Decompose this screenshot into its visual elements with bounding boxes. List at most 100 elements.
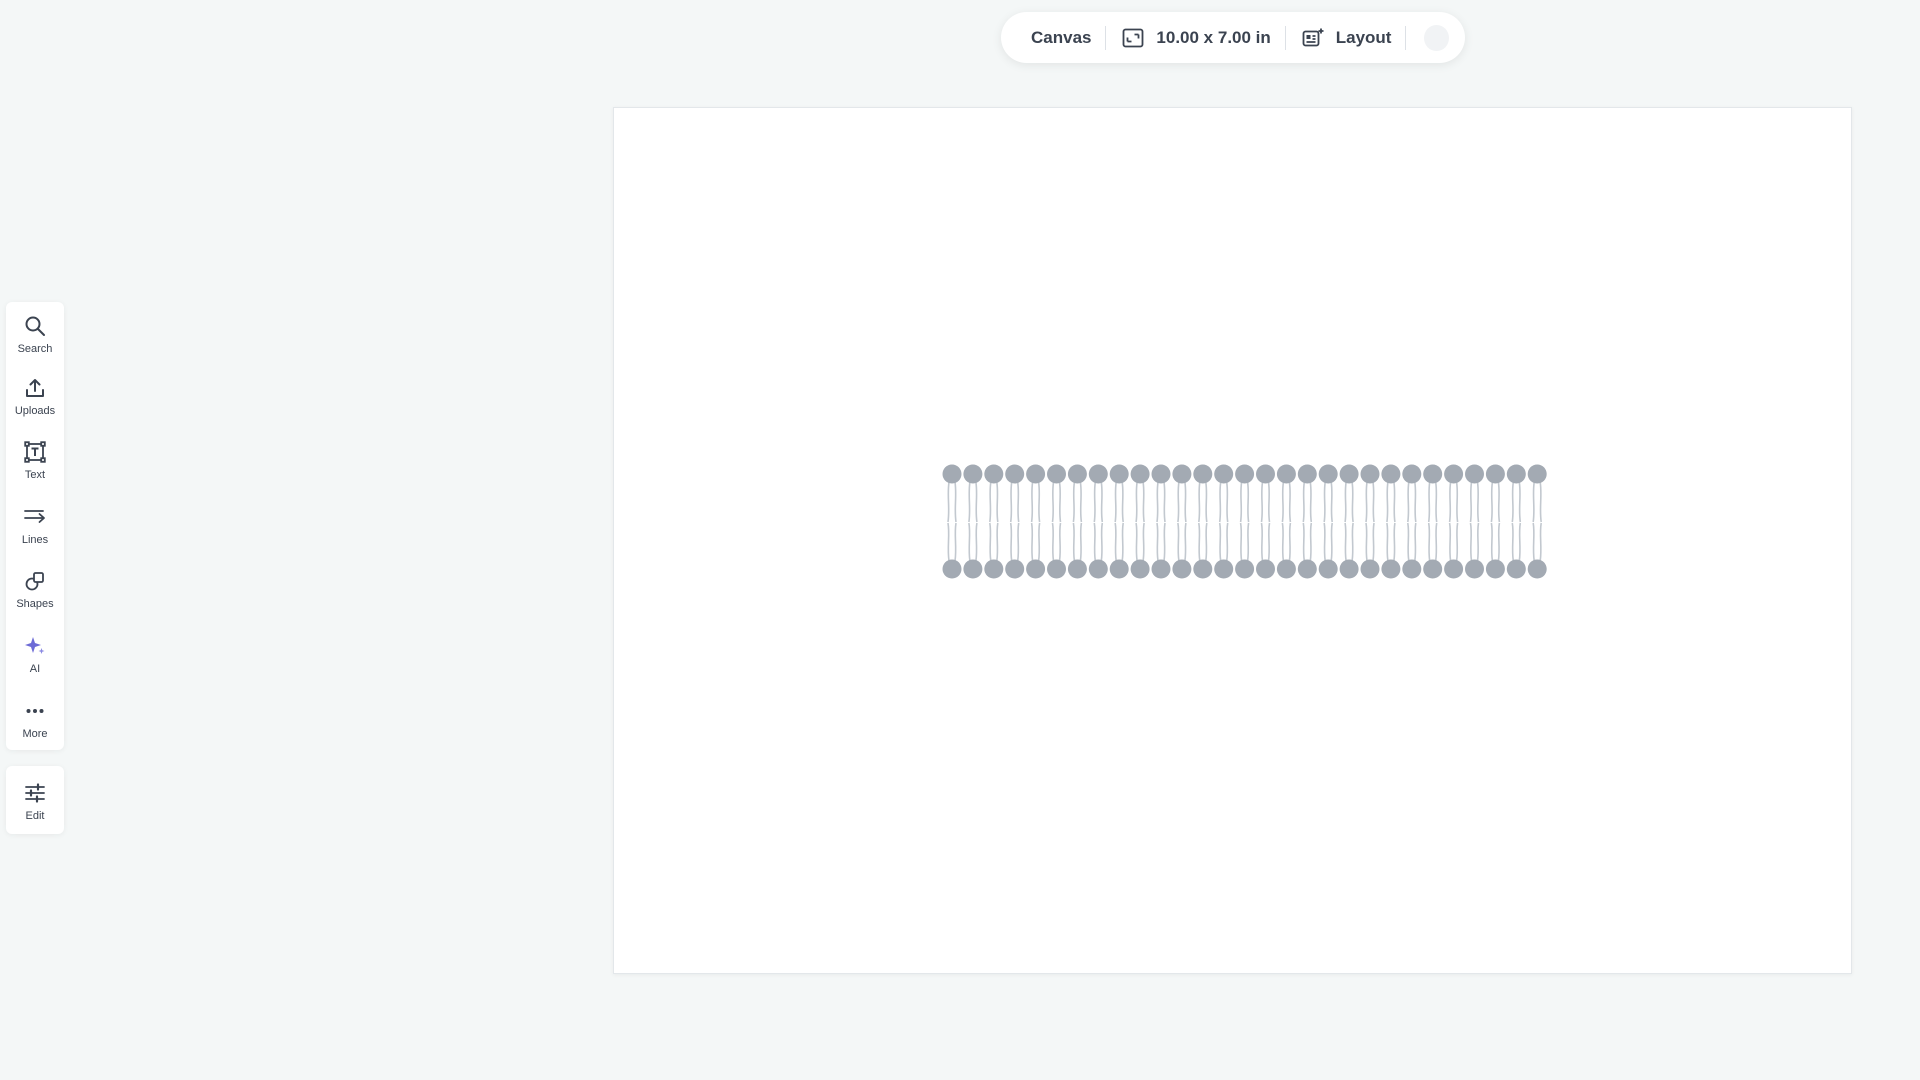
search-tool-label: Search [17, 342, 53, 355]
lipid-tails-bottom [947, 522, 957, 562]
lipid-tails-bottom [1365, 522, 1375, 562]
lipid-head-top [1360, 464, 1380, 484]
lipid-tails-bottom [1427, 522, 1438, 562]
canvas-label: Canvas [1031, 27, 1092, 47]
lipid-head-top [1465, 464, 1484, 484]
toolbar-divider [1284, 25, 1286, 50]
uploads-tool-button[interactable]: Uploads [6, 365, 64, 425]
lipid-tails-bottom [1009, 522, 1020, 562]
lipid-head-bottom [963, 559, 983, 579]
lipid-head-top [1444, 464, 1464, 484]
lipid-tails-top [1051, 481, 1062, 523]
lipid-head-top [984, 464, 1004, 484]
lipid-head-bottom [1423, 559, 1443, 579]
lipid-tails-top [1030, 481, 1041, 523]
lipid-head-bottom [1088, 559, 1108, 579]
more-tool-label: More [22, 727, 48, 740]
lipid-tails-bottom [1093, 522, 1104, 562]
lipid-tails-bottom [1448, 522, 1459, 562]
lipid-tails-top [1177, 481, 1187, 523]
lipid-tails-bottom [1386, 522, 1396, 562]
lipid-head-bottom [1339, 559, 1359, 579]
lipid-bilayer-graphic[interactable] [941, 464, 1551, 582]
ai-sparkle-icon [21, 632, 49, 660]
shapes-icon [21, 567, 49, 595]
lipid-tails-bottom [1156, 522, 1166, 562]
lipid-tails-top [1323, 481, 1333, 523]
canvas-toolbar: Canvas 10.00 x 7.00 in Layout [1001, 12, 1465, 63]
canvas-menu-button[interactable]: Canvas [1031, 12, 1091, 63]
lipid-tails-bottom [1198, 522, 1208, 562]
tool-rail: Search Uploads Text Lines Shapes AI More [6, 302, 64, 750]
lipid-head-bottom [1276, 559, 1296, 579]
lipid-tails-bottom [1532, 522, 1542, 562]
edit-panel: Edit [6, 766, 64, 834]
lipid-head-bottom [1193, 559, 1213, 579]
lipid-head-bottom [1381, 559, 1401, 579]
search-tool-button[interactable]: Search [6, 303, 64, 363]
lipid-head-bottom [1256, 559, 1275, 579]
lipid-head-bottom [1214, 559, 1234, 579]
text-icon [21, 438, 49, 466]
edit-tool-label: Edit [25, 809, 45, 822]
lipid-tails-top [947, 481, 957, 523]
lipid-head-top [1214, 464, 1234, 484]
more-tool-button[interactable]: More [6, 688, 64, 748]
lines-tool-button[interactable]: Lines [6, 494, 64, 554]
lipid-tails-top [989, 481, 999, 523]
lipid-tails-bottom [1218, 522, 1229, 562]
lipid-head-top [1172, 464, 1192, 484]
lipid-tails-bottom [1407, 522, 1417, 562]
resize-icon [1120, 25, 1146, 51]
lipid-head-top [1067, 464, 1087, 484]
more-icon [21, 697, 49, 725]
lipid-head-bottom [1402, 559, 1422, 579]
lipid-head-top [1256, 464, 1275, 484]
lipid-head-bottom [1109, 559, 1129, 579]
lipid-head-top [1527, 464, 1547, 484]
text-tool-button[interactable]: Text [6, 429, 64, 489]
lipid-head-bottom [1151, 559, 1171, 579]
lipid-tails-bottom [1281, 522, 1292, 562]
lipid-head-bottom [1297, 559, 1317, 579]
lipid-head-bottom [1527, 559, 1547, 579]
lipid-tails-top [1093, 481, 1104, 523]
canvas-size-button[interactable]: 10.00 x 7.00 in [1120, 12, 1271, 63]
more-options-button[interactable] [1424, 24, 1449, 51]
lipid-head-bottom [1047, 559, 1066, 579]
lipid-head-top [1423, 464, 1443, 484]
lipid-head-top [942, 464, 962, 484]
lipid-tails-top [1218, 481, 1229, 523]
design-canvas[interactable] [613, 107, 1852, 974]
lipid-tails-bottom [1072, 522, 1083, 562]
lipid-tails-bottom [1490, 522, 1501, 562]
lipid-head-bottom [1026, 559, 1046, 579]
lipid-head-bottom [1172, 559, 1192, 579]
lipid-tails-bottom [1344, 522, 1354, 562]
lipid-head-top [1109, 464, 1129, 484]
lipid-tails-top [1448, 481, 1459, 523]
lipid-tails-top [1511, 481, 1522, 523]
lipid-tails-top [1072, 481, 1083, 523]
shapes-tool-button[interactable]: Shapes [6, 558, 64, 618]
lipid-head-top [1339, 464, 1359, 484]
lipid-head-bottom [1506, 559, 1526, 579]
lipid-head-top [1005, 464, 1025, 484]
lipid-tails-top [1281, 481, 1292, 523]
lipid-tails-bottom [968, 522, 978, 562]
layout-label: Layout [1335, 27, 1392, 47]
lipid-head-bottom [1465, 559, 1484, 579]
search-icon [21, 312, 49, 340]
lipid-head-bottom [1444, 559, 1464, 579]
lines-tool-label: Lines [21, 533, 49, 546]
edit-tool-button[interactable]: Edit [6, 770, 64, 830]
toolbar-divider [1405, 25, 1407, 50]
lipid-tails-bottom [1030, 522, 1041, 562]
lipid-tails-top [1427, 481, 1438, 523]
layout-button[interactable]: Layout [1300, 12, 1392, 63]
lipid-tails-top [1114, 481, 1124, 523]
toolbar-divider [1105, 25, 1107, 50]
lipid-tails-bottom [1302, 522, 1313, 562]
ai-tool-button[interactable]: AI [6, 623, 64, 683]
lipid-head-bottom [1235, 559, 1255, 579]
